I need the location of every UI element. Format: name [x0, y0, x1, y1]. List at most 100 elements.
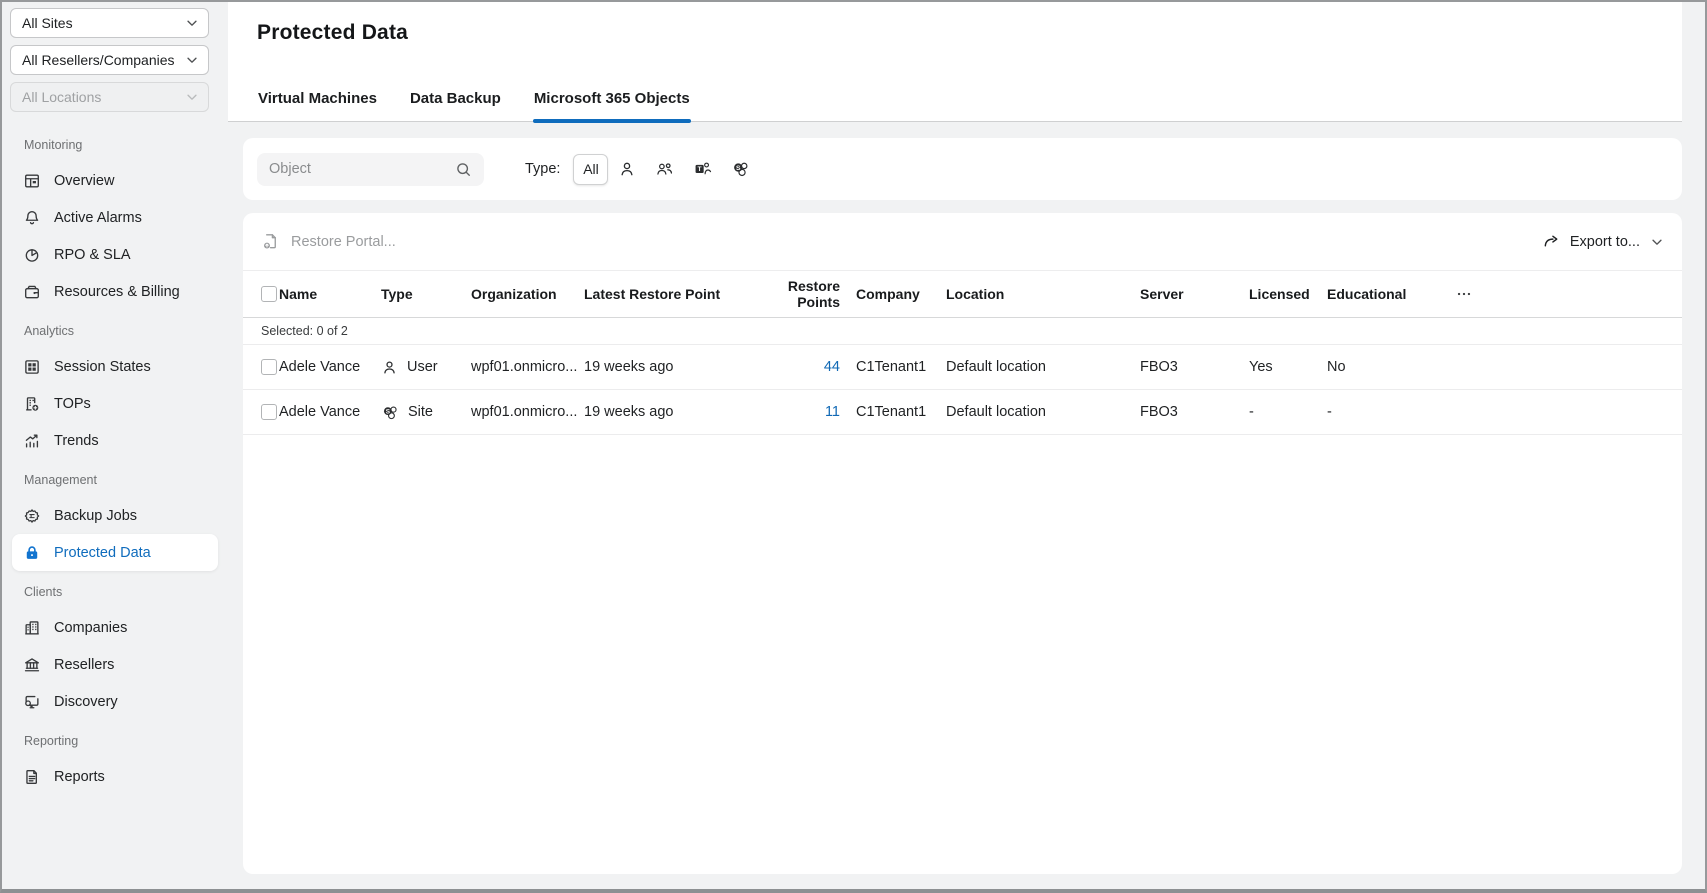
column-header-company[interactable]: Company [856, 286, 946, 302]
scope-filters: All Sites All Resellers/Companies All Lo… [0, 8, 228, 112]
sidebar-item-label: Discovery [54, 694, 118, 710]
bank-icon [23, 656, 41, 674]
dashboard-icon [23, 172, 41, 190]
header-select-cell [261, 286, 279, 302]
table-header-row: Name Type Organization Latest Restore Po… [243, 271, 1682, 318]
type-filter-teams-button[interactable]: T [684, 154, 721, 185]
object-search-input[interactable] [269, 161, 447, 177]
cell-latest-restore-point: 19 weeks ago [584, 404, 760, 420]
sharepoint-icon: S [731, 160, 750, 178]
tab-virtual-machines[interactable]: Virtual Machines [257, 80, 378, 121]
tab-microsoft-365-objects[interactable]: Microsoft 365 Objects [533, 80, 691, 121]
chevron-down-icon [185, 90, 199, 104]
company-buildings-icon [23, 619, 41, 637]
column-header-educational[interactable]: Educational [1327, 286, 1449, 302]
sidebar-item-resellers[interactable]: Resellers [12, 646, 218, 683]
object-search-box [257, 153, 484, 186]
type-filter-all-button[interactable]: All [573, 154, 608, 185]
filter-bar: Type: All T S [243, 138, 1682, 200]
cell-licensed: - [1249, 404, 1327, 420]
sidebar-item-trends[interactable]: Trends [12, 422, 218, 459]
sidebar-item-label: Session States [54, 359, 151, 375]
sidebar-item-backup-jobs[interactable]: Backup Jobs [12, 497, 218, 534]
sidebar-item-label: Trends [54, 433, 99, 449]
restore-points-link[interactable]: 44 [824, 359, 840, 375]
cell-company: C1Tenant1 [856, 359, 946, 375]
table-row[interactable]: Adele Vance S Site wpf01.onmicro... 19 w… [243, 390, 1682, 435]
cell-type: User [407, 359, 438, 375]
sidebar-item-session-states[interactable]: Session States [12, 348, 218, 385]
row-checkbox[interactable] [261, 404, 277, 420]
svg-text:S: S [736, 165, 741, 172]
column-header-restore-points[interactable]: Restore Points [760, 278, 840, 310]
column-header-licensed[interactable]: Licensed [1249, 286, 1327, 302]
sidebar-item-label: Reports [54, 769, 105, 785]
sidebar-item-label: RPO & SLA [54, 247, 131, 263]
selection-summary: Selected: 0 of 2 [261, 324, 348, 338]
wallet-icon [23, 283, 41, 301]
type-filter-sharepoint-button[interactable]: S [722, 154, 759, 185]
export-to-button[interactable]: Export to... [1542, 232, 1664, 251]
locations-filter-value: All Locations [22, 89, 101, 105]
sidebar-item-reports[interactable]: Reports [12, 758, 218, 795]
cell-server: FBO3 [1140, 404, 1249, 420]
search-icon[interactable] [455, 161, 472, 178]
cell-licensed: Yes [1249, 359, 1327, 375]
column-header-type[interactable]: Type [381, 286, 471, 302]
tab-data-backup[interactable]: Data Backup [409, 80, 502, 121]
sidebar-item-label: Backup Jobs [54, 508, 137, 524]
type-filter-user-button[interactable] [609, 154, 645, 185]
cell-name: Adele Vance [279, 359, 381, 375]
restore-portal-label: Restore Portal... [291, 234, 396, 250]
sidebar-item-overview[interactable]: Overview [12, 162, 218, 199]
export-to-label: Export to... [1570, 234, 1640, 250]
grid-icon [23, 358, 41, 376]
sidebar-item-label: Protected Data [54, 545, 151, 561]
table-row[interactable]: Adele Vance User wpf01.onmicro... 19 wee… [243, 345, 1682, 390]
resellers-companies-filter-dropdown[interactable]: All Resellers/Companies [10, 45, 209, 75]
sidebar-item-companies[interactable]: Companies [12, 609, 218, 646]
nav-section-clients: Clients [0, 585, 228, 609]
cell-server: FBO3 [1140, 359, 1249, 375]
cell-type: Site [408, 404, 433, 420]
sidebar-item-tops[interactable]: TOPs [12, 385, 218, 422]
column-header-name[interactable]: Name [279, 286, 381, 302]
sidebar-item-label: Overview [54, 173, 114, 189]
svg-text:S: S [386, 408, 390, 415]
tab-bar: Virtual Machines Data Backup Microsoft 3… [257, 80, 691, 121]
sidebar-item-label: Resources & Billing [54, 284, 180, 300]
sidebar-item-active-alarms[interactable]: Active Alarms [12, 199, 218, 236]
sidebar-item-label: Companies [54, 620, 127, 636]
restore-portal-icon [261, 232, 280, 251]
column-header-latest-restore-point[interactable]: Latest Restore Point [584, 286, 760, 302]
report-document-icon [23, 768, 41, 786]
sites-filter-dropdown[interactable]: All Sites [10, 8, 209, 38]
column-header-organization[interactable]: Organization [471, 286, 584, 302]
bell-icon [23, 209, 41, 227]
sidebar-item-rpo-sla[interactable]: RPO & SLA [12, 236, 218, 273]
cell-organization: wpf01.onmicro... [471, 359, 584, 375]
type-filter-group: All T S [573, 154, 759, 185]
sidebar: All Sites All Resellers/Companies All Lo… [0, 0, 228, 893]
pie-chart-icon [23, 246, 41, 264]
column-header-location[interactable]: Location [946, 286, 1140, 302]
cell-educational: - [1327, 404, 1449, 420]
column-header-server[interactable]: Server [1140, 286, 1249, 302]
sidebar-item-protected-data[interactable]: Protected Data [12, 534, 218, 571]
cell-latest-restore-point: 19 weeks ago [584, 359, 760, 375]
user-icon [381, 359, 398, 376]
type-filter-group-button[interactable] [646, 154, 683, 185]
row-checkbox[interactable] [261, 359, 277, 375]
sites-filter-value: All Sites [22, 15, 73, 31]
discovery-monitor-icon [23, 693, 41, 711]
cell-location: Default location [946, 404, 1140, 420]
cell-educational: No [1327, 359, 1449, 375]
select-all-checkbox[interactable] [261, 286, 277, 302]
sidebar-item-discovery[interactable]: Discovery [12, 683, 218, 720]
sidebar-item-resources-billing[interactable]: Resources & Billing [12, 273, 218, 310]
restore-portal-button[interactable]: Restore Portal... [261, 232, 396, 251]
export-arrow-icon [1542, 232, 1561, 251]
page-title: Protected Data [257, 21, 408, 45]
column-settings-button[interactable] [1449, 285, 1479, 303]
restore-points-link[interactable]: 11 [825, 404, 840, 420]
